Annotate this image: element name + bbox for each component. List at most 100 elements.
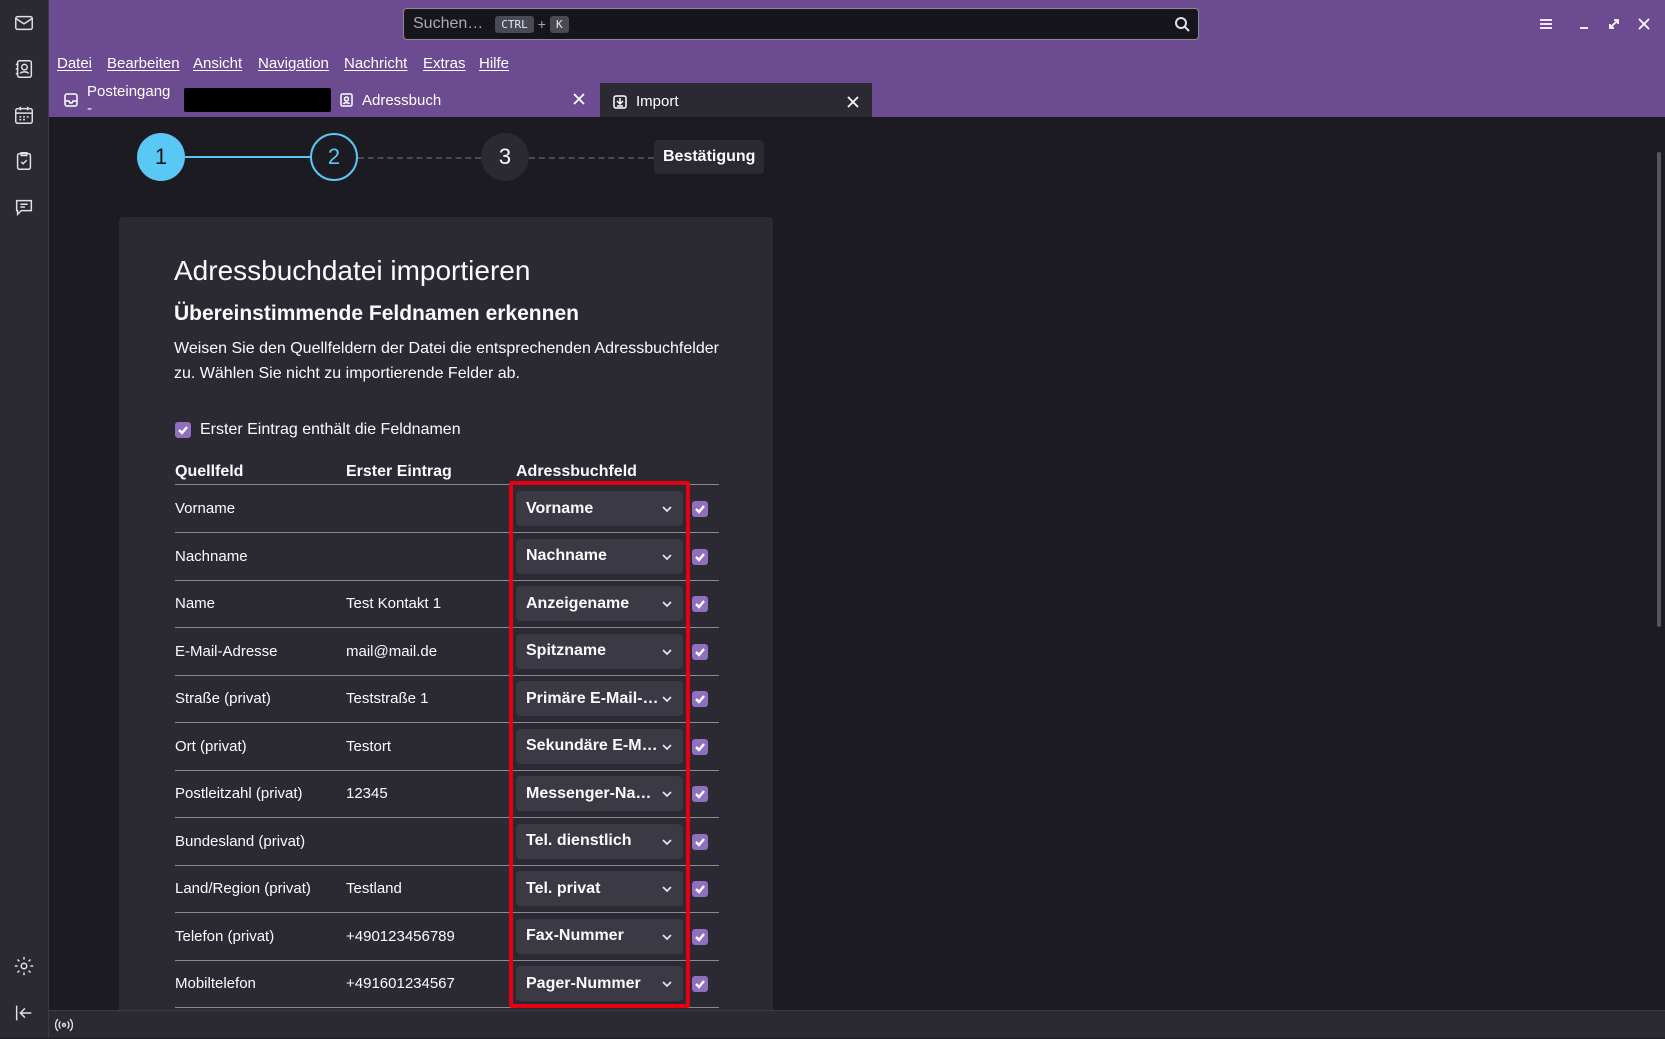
source-field: Postleitzahl (privat) xyxy=(175,785,303,802)
import-field-checkbox[interactable] xyxy=(692,501,708,517)
address-field-value: Tel. privat xyxy=(526,879,601,897)
address-field-select[interactable]: Anzeigename xyxy=(516,586,683,621)
address-field-select[interactable]: Vorname xyxy=(516,491,683,526)
import-field-checkbox[interactable] xyxy=(692,548,708,565)
menu-hilfe[interactable]: Hilfe xyxy=(479,55,509,72)
menu-extras[interactable]: Extras xyxy=(423,55,466,72)
chat-icon[interactable] xyxy=(10,193,38,221)
status-bar xyxy=(49,1010,1665,1038)
chevron-down-icon xyxy=(661,882,673,894)
source-field: E-Mail-Adresse xyxy=(175,642,278,660)
shortcut-plus: + xyxy=(537,16,546,32)
step-2: 2 xyxy=(310,133,358,181)
source-field: Mobiltelefon xyxy=(175,975,256,992)
menu-ansicht[interactable]: Ansicht xyxy=(193,55,242,72)
step-1: 1 xyxy=(137,133,185,181)
address-field-value: Vorname xyxy=(526,499,594,517)
tab-address-book[interactable]: Adressbuch xyxy=(326,83,598,117)
first-entry-value: Testort xyxy=(346,737,392,755)
address-field-select[interactable]: Spitzname xyxy=(516,633,683,669)
page-title: Adressbuchdatei importieren xyxy=(174,255,531,286)
menu-bearbeiten[interactable]: Bearbeiten xyxy=(107,55,180,72)
scrollbar[interactable] xyxy=(1657,152,1661,627)
chevron-down-icon xyxy=(661,645,673,657)
address-field-select[interactable]: Nachname xyxy=(516,538,683,574)
address-field-value: Anzeigename xyxy=(526,594,630,612)
minimize-icon[interactable] xyxy=(1572,12,1596,36)
header-source: Quellfeld xyxy=(175,463,244,480)
mail-icon[interactable] xyxy=(10,9,38,37)
address-book-icon xyxy=(338,92,354,108)
source-field: Vorname xyxy=(175,500,236,517)
address-field-value: Spitzname xyxy=(526,642,607,659)
address-field-value: Primäre E-Mail-… xyxy=(526,689,659,707)
close-icon[interactable] xyxy=(846,95,862,111)
table-row: Straße (privat) Teststraße 1 Primäre E-Mai… xyxy=(175,676,719,723)
collapse-sidebar-icon[interactable] xyxy=(10,999,38,1027)
stepper-line-pending xyxy=(358,157,481,159)
header-target: Adressbuchfeld xyxy=(516,463,637,480)
table-row: Ort (privat) Testort Sekundäre E-M… xyxy=(175,724,719,771)
page-description: Weisen Sie den Quellfeldern der Datei di… xyxy=(174,340,719,382)
chevron-down-icon xyxy=(661,930,673,942)
chevron-down-icon xyxy=(661,550,673,562)
import-field-checkbox[interactable] xyxy=(692,596,708,612)
menu-navigation[interactable]: Navigation xyxy=(258,55,329,72)
address-book-icon[interactable] xyxy=(10,55,38,83)
chevron-down-icon xyxy=(661,692,673,704)
address-field-select[interactable]: Tel. dienstlich xyxy=(516,823,683,859)
import-field-checkbox[interactable] xyxy=(692,928,708,945)
tab-inbox-label: Posteingang - xyxy=(87,83,171,117)
close-icon[interactable] xyxy=(572,92,588,108)
address-field-select[interactable]: Fax-Nummer xyxy=(516,918,683,954)
search-input[interactable]: Suchen… CTRL + K xyxy=(403,8,1199,40)
address-field-select[interactable]: Primäre E-Mail-… xyxy=(516,681,683,716)
first-row-checkbox-row[interactable]: Erster Eintrag enthält die Feldnamen xyxy=(175,421,461,439)
import-field-checkbox[interactable] xyxy=(692,691,708,707)
menu-nachricht[interactable]: Nachricht xyxy=(344,55,407,72)
address-field-select[interactable]: Tel. privat xyxy=(516,871,683,906)
menu-datei[interactable]: Datei xyxy=(57,55,92,72)
address-field-select[interactable]: Sekundäre E-M… xyxy=(516,728,683,764)
source-field: Ort (privat) xyxy=(175,737,247,755)
table-row: Bundesland (privat) Tel. dienstlich xyxy=(175,819,719,866)
tab-import[interactable]: Import xyxy=(600,83,872,117)
import-field-checkbox[interactable] xyxy=(692,738,708,755)
table-row: Telefon (privat) +490123456789 Fax-Nummer xyxy=(175,914,719,961)
address-field-select[interactable]: Messenger-Na… xyxy=(516,776,683,811)
close-window-icon[interactable] xyxy=(1632,12,1656,36)
first-row-checkbox[interactable] xyxy=(175,422,191,438)
stepper-line-complete xyxy=(185,156,310,158)
table-row: Nachname Nachname xyxy=(175,534,719,581)
stepper-line-pending xyxy=(529,157,654,159)
import-field-checkbox[interactable] xyxy=(692,643,708,660)
import-field-checkbox[interactable] xyxy=(692,786,708,802)
gear-icon[interactable] xyxy=(10,952,38,980)
source-field: Telefon (privat) xyxy=(175,927,275,945)
restore-icon[interactable] xyxy=(1602,12,1626,36)
source-field: Nachname xyxy=(175,547,248,565)
address-field-select[interactable]: Pager-Nummer xyxy=(516,966,683,1001)
spaces-toolbar xyxy=(0,0,49,1038)
calendar-icon[interactable] xyxy=(10,101,38,129)
address-field-value: Pager-Nummer xyxy=(526,974,641,992)
address-field-value: Messenger-Na… xyxy=(526,784,652,802)
header-first: Erster Eintrag xyxy=(346,463,452,480)
tab-inbox[interactable]: Posteingang - xyxy=(51,83,331,117)
redacted-account xyxy=(183,88,331,112)
address-field-value: Tel. dienstlich xyxy=(526,832,632,849)
import-icon xyxy=(612,94,628,110)
tab-import-label: Import xyxy=(636,93,679,110)
first-entry-value: Testland xyxy=(346,880,402,897)
tasks-icon[interactable] xyxy=(10,147,38,175)
first-entry-value: 12345 xyxy=(346,785,388,802)
import-field-checkbox[interactable] xyxy=(692,833,708,850)
import-field-checkbox[interactable] xyxy=(692,976,708,992)
online-status-icon[interactable] xyxy=(54,1016,74,1034)
table-row: Name Test Kontakt 1 Anzeigename xyxy=(175,581,719,628)
chevron-down-icon xyxy=(661,787,673,799)
search-icon[interactable] xyxy=(1174,16,1190,32)
chevron-down-icon xyxy=(661,597,673,609)
app-menu-icon[interactable] xyxy=(1534,12,1558,36)
import-field-checkbox[interactable] xyxy=(692,881,708,897)
